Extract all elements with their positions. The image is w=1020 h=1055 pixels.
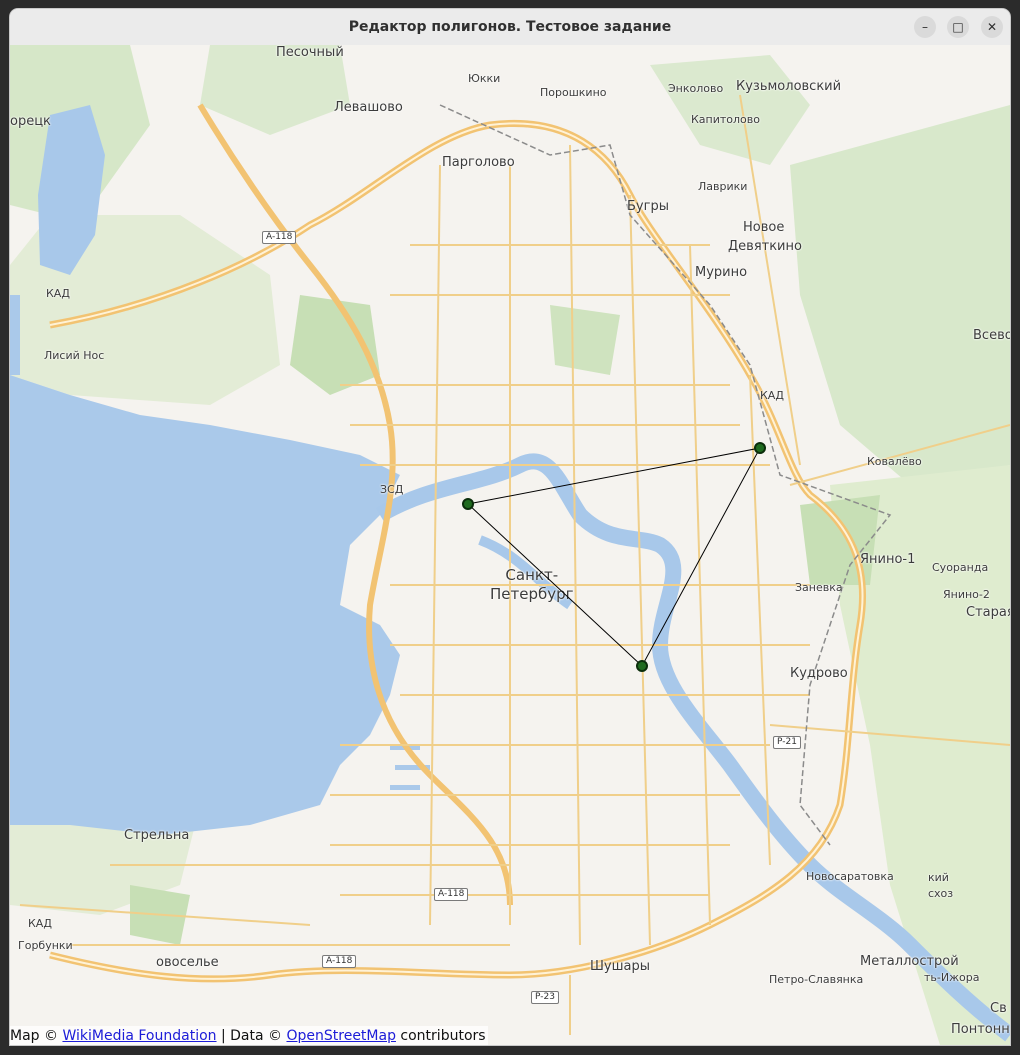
polygon-vertex-handle[interactable] xyxy=(462,498,474,510)
map-canvas[interactable]: Песочный Юкки Энколово Кузьмоловский Лев… xyxy=(10,45,1010,1045)
map-attribution: Map © WikiMedia Foundation | Data © Open… xyxy=(10,1026,488,1045)
app-window: Редактор полигонов. Тестовое задание – □… xyxy=(10,9,1010,1045)
polygon-shape[interactable] xyxy=(466,447,761,667)
window-title: Редактор полигонов. Тестовое задание xyxy=(348,19,672,35)
close-button[interactable]: ✕ xyxy=(981,16,1003,38)
wikimedia-link[interactable]: WikiMedia Foundation xyxy=(62,1028,216,1044)
polygon-vertex-handle[interactable] xyxy=(754,442,766,454)
attribution-middle: | Data © xyxy=(220,1028,283,1044)
maximize-button[interactable]: □ xyxy=(947,16,969,38)
polygon-vertex-handle[interactable] xyxy=(636,660,648,672)
title-bar[interactable]: Редактор полигонов. Тестовое задание – □… xyxy=(10,9,1010,46)
attribution-prefix: Map © xyxy=(10,1028,58,1044)
minimize-button[interactable]: – xyxy=(914,16,936,38)
openstreetmap-link[interactable]: OpenStreetMap xyxy=(286,1028,395,1044)
attribution-suffix: contributors xyxy=(400,1028,486,1044)
polygon-overlay[interactable] xyxy=(10,45,1010,1045)
